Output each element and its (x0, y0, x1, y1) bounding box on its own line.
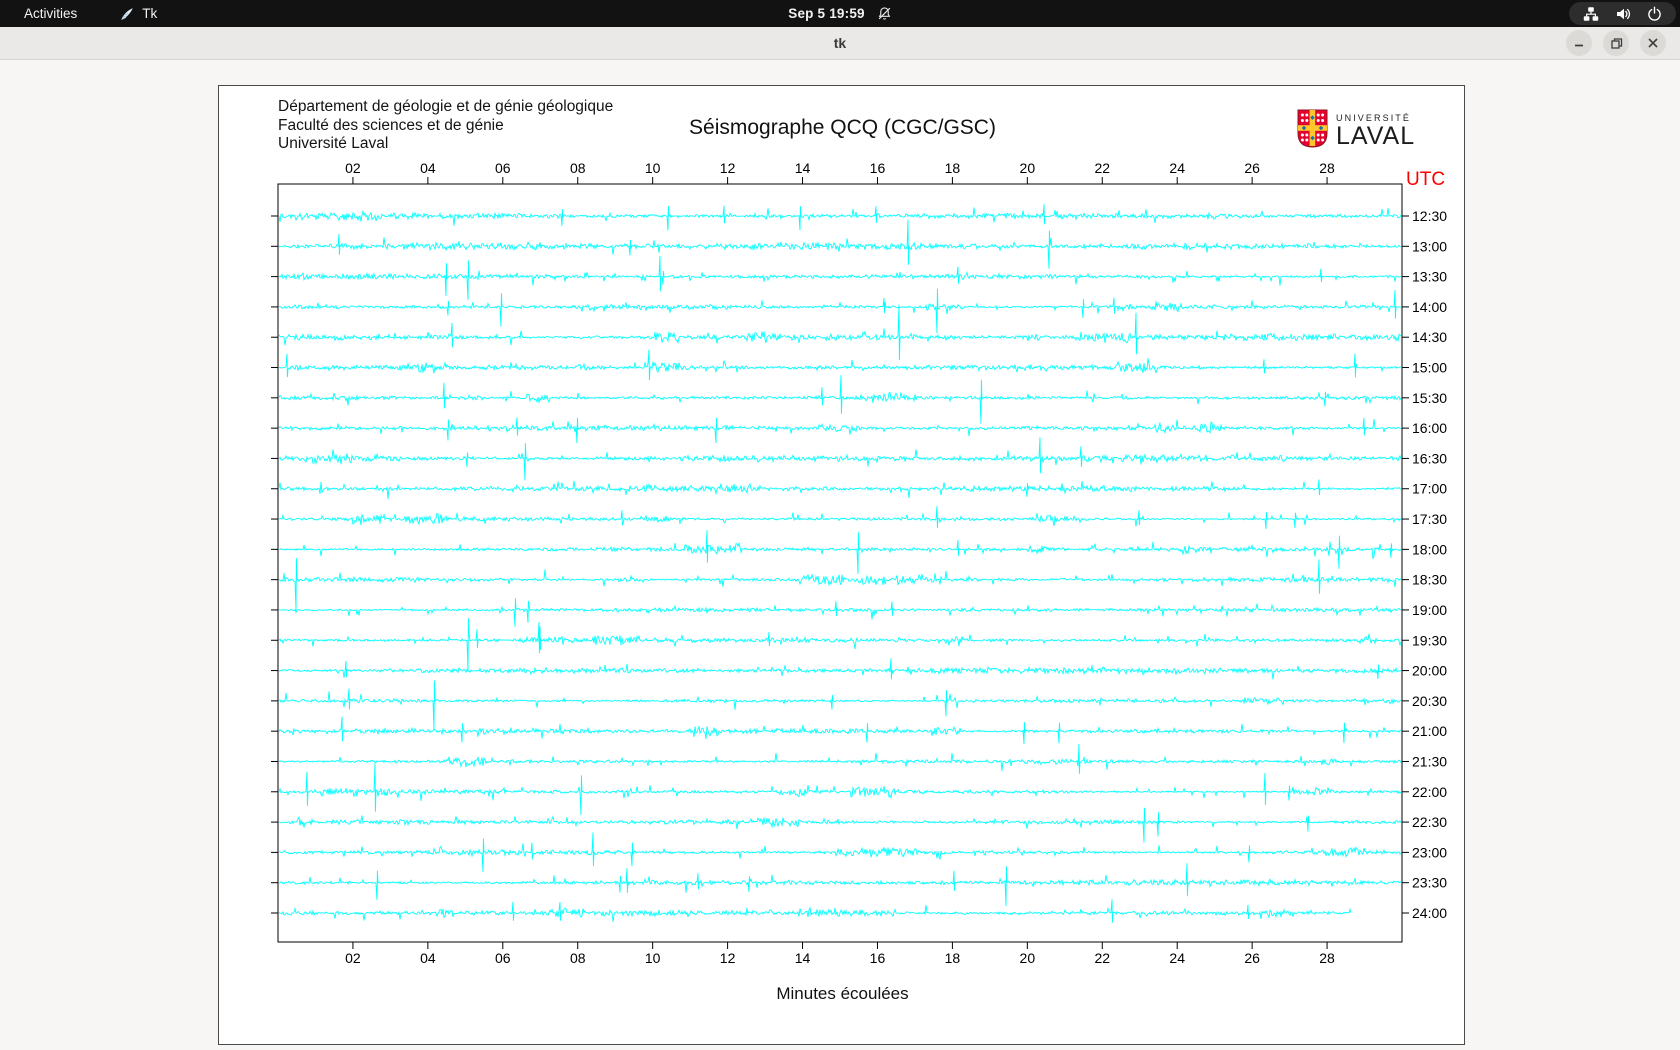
x-tick-label-top: 24 (1169, 160, 1185, 176)
window-title: tk (833, 35, 847, 51)
x-tick-label-top: 26 (1244, 160, 1260, 176)
seismograph-canvas: Département de géologie et de génie géol… (218, 85, 1465, 1045)
row-label: 14:30 (1412, 329, 1447, 345)
row-label: 19:30 (1412, 632, 1447, 648)
x-tick-label-bottom: 12 (720, 950, 736, 966)
x-tick-label-top: 04 (420, 160, 436, 176)
x-tick-label-top: 18 (945, 160, 961, 176)
x-tick-label-bottom: 28 (1319, 950, 1335, 966)
seismogram-trace (279, 530, 1401, 574)
x-tick-label-bottom: 18 (945, 950, 961, 966)
seismogram-trace (279, 832, 1401, 873)
x-axis-ticks: 02 02 04 04 06 06 08 08 10 10 12 12 14 14 16 16 18 18 20 20… (345, 160, 1335, 966)
activities-button[interactable]: Activities (18, 4, 83, 23)
x-tick-label-top: 02 (345, 160, 361, 176)
row-label: 20:30 (1412, 693, 1447, 709)
x-tick-label-bottom: 10 (645, 950, 661, 966)
x-tick-label-bottom: 02 (345, 950, 361, 966)
row-label: 15:00 (1412, 360, 1447, 376)
x-tick-label-top: 22 (1094, 160, 1110, 176)
maximize-button[interactable] (1603, 30, 1629, 56)
x-tick-label-bottom: 22 (1094, 950, 1110, 966)
x-tick-label-top: 12 (720, 160, 736, 176)
x-tick-label-bottom: 14 (795, 950, 811, 966)
row-label: 13:00 (1412, 238, 1447, 254)
seismogram-trace (279, 807, 1401, 843)
seismogram-trace (279, 437, 1401, 481)
row-label: 23:00 (1412, 844, 1447, 860)
x-tick-label-top: 14 (795, 160, 811, 176)
row-label: 19:00 (1412, 602, 1447, 618)
network-tree-icon (1583, 6, 1599, 22)
seismogram-trace (279, 598, 1401, 627)
plot-border (277, 183, 1403, 943)
system-menu-button[interactable] (1569, 2, 1676, 25)
power-icon (1647, 6, 1662, 21)
x-tick-label-bottom: 06 (495, 950, 511, 966)
seismogram-trace (279, 618, 1401, 672)
x-tick-label-top: 20 (1020, 160, 1036, 176)
tk-window-content: Département de géologie et de génie géol… (0, 60, 1680, 1050)
window-title-bar[interactable]: tk (0, 27, 1680, 60)
x-tick-label-top: 16 (870, 160, 886, 176)
clock-button[interactable]: Sep 5 19:59 (788, 6, 865, 21)
seismic-traces (279, 204, 1401, 923)
seismogram-trace (279, 899, 1352, 923)
seismogram-trace (279, 349, 1401, 381)
row-label: 13:30 (1412, 269, 1447, 285)
row-label: 12:30 (1412, 208, 1447, 224)
seismogram-trace (279, 680, 1401, 731)
x-tick-label-bottom: 16 (870, 950, 886, 966)
row-label: 20:00 (1412, 663, 1447, 679)
x-tick-label-bottom: 08 (570, 950, 586, 966)
seismogram-trace (279, 763, 1401, 816)
minimize-button[interactable] (1566, 30, 1592, 56)
x-tick-label-top: 28 (1319, 160, 1335, 176)
seismogram-trace (279, 716, 1401, 745)
x-tick-label-bottom: 04 (420, 950, 436, 966)
seismogram-trace (279, 288, 1401, 334)
seismogram-trace (279, 204, 1401, 231)
seismogram-trace (279, 658, 1401, 680)
x-tick-label-bottom: 20 (1020, 950, 1036, 966)
app-menu-button[interactable]: Tk (119, 6, 157, 22)
seismogram-trace (279, 506, 1401, 530)
x-tick-label-bottom: 26 (1244, 950, 1260, 966)
seismogram-trace (279, 863, 1401, 907)
row-label: 21:00 (1412, 723, 1447, 739)
seismogram-trace (279, 743, 1401, 774)
app-menu-label: Tk (142, 6, 158, 21)
row-label: 22:30 (1412, 814, 1447, 830)
close-button[interactable] (1640, 30, 1666, 56)
x-tick-label-bottom: 24 (1169, 950, 1185, 966)
seismogram-trace (279, 375, 1401, 424)
x-tick-label-top: 08 (570, 160, 586, 176)
row-label: 23:30 (1412, 875, 1447, 891)
helicorder-plot: 02 02 04 04 06 06 08 08 10 10 12 12 14 14 16 16 18 18 20 20… (271, 160, 1447, 966)
row-label: 16:00 (1412, 420, 1447, 436)
seismogram-trace (279, 255, 1401, 300)
row-label: 17:30 (1412, 511, 1447, 527)
seismogram-trace (279, 417, 1401, 444)
tk-feather-icon (119, 6, 135, 22)
row-label: 24:00 (1412, 905, 1447, 921)
row-label: 18:00 (1412, 541, 1447, 557)
row-label: 21:30 (1412, 753, 1447, 769)
row-label: 22:00 (1412, 784, 1447, 800)
row-label: 18:30 (1412, 572, 1447, 588)
seismogram-trace (279, 479, 1401, 499)
x-tick-label-top: 10 (645, 160, 661, 176)
speaker-icon (1615, 6, 1631, 22)
seismogram-trace (279, 558, 1401, 611)
gnome-top-bar: Activities Tk Sep 5 19:59 (0, 0, 1680, 27)
row-label: 16:30 (1412, 450, 1447, 466)
row-label: 14:00 (1412, 299, 1447, 315)
bell-muted-icon (877, 6, 892, 21)
row-label: 17:00 (1412, 481, 1447, 497)
utc-row-labels: 12:30 13:00 13:30 14:00 14:30 15:00 15:30 16:00… (271, 208, 1447, 921)
seismogram-trace (279, 219, 1401, 269)
row-label: 15:30 (1412, 390, 1447, 406)
x-tick-label-top: 06 (495, 160, 511, 176)
